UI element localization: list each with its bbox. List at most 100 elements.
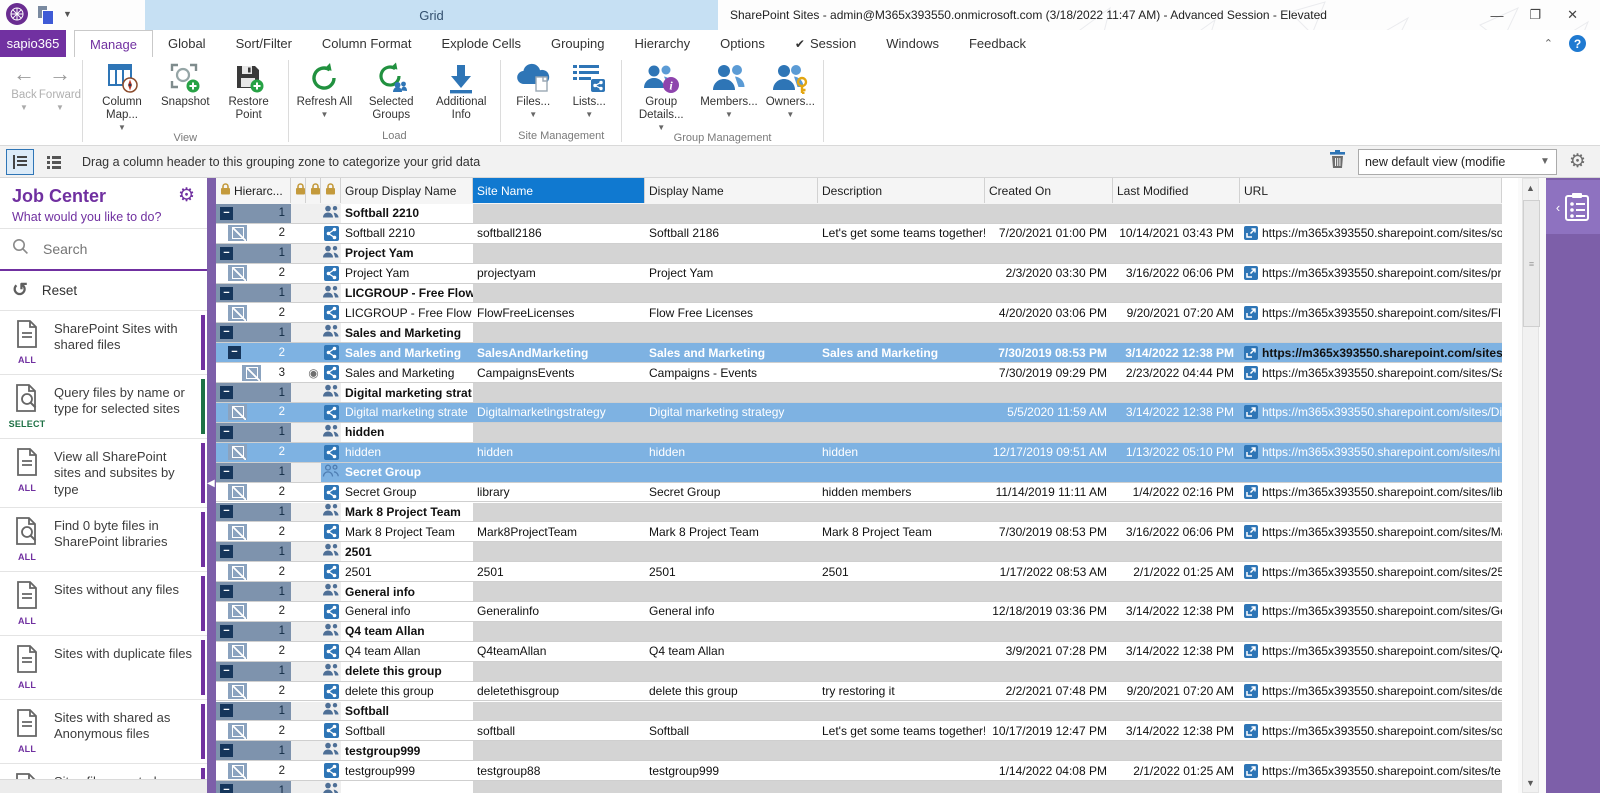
row-checkbox[interactable] — [228, 404, 247, 420]
scrollbar-thumb[interactable]: ≡ — [1523, 200, 1540, 327]
collapse-toggle[interactable]: − — [220, 744, 233, 757]
refresh-all-button[interactable]: Refresh All▼ — [293, 57, 357, 119]
external-link-icon[interactable] — [1244, 366, 1258, 380]
copy-window-icon[interactable] — [38, 6, 53, 23]
sidebar-item-view-all-sharepoint-sites-and-[interactable]: ALLView all SharePoint sites and subsite… — [0, 439, 207, 508]
row-checkbox[interactable] — [228, 265, 247, 281]
site-url-link[interactable]: https://m365x393550.sharepoint.com/sites… — [1262, 445, 1500, 459]
site-url-link[interactable]: https://m365x393550.sharepoint.com/sites… — [1262, 604, 1502, 618]
site-url-link[interactable]: https://m365x393550.sharepoint.com/sites… — [1262, 306, 1501, 320]
external-link-icon[interactable] — [1244, 445, 1258, 459]
tab-grouping[interactable]: Grouping — [536, 30, 619, 57]
collapse-sidebar-icon[interactable]: ◀ — [207, 478, 215, 489]
forward-button[interactable]: →Forward▼ — [42, 57, 78, 112]
tab-manage[interactable]: Manage — [74, 30, 153, 57]
restore-button[interactable]: ❐ — [1529, 7, 1541, 23]
row-checkbox[interactable] — [228, 603, 247, 619]
list-view-toggle[interactable] — [40, 149, 68, 175]
row-checkbox[interactable] — [228, 723, 247, 739]
files-button[interactable]: Files...▼ — [505, 57, 561, 119]
external-link-icon[interactable] — [1244, 485, 1258, 499]
tab-hierarchy[interactable]: Hierarchy — [619, 30, 705, 57]
tab-options[interactable]: Options — [705, 30, 780, 57]
table-row[interactable]: 2Project YamprojectyamProject Yam2/3/202… — [216, 264, 1518, 284]
table-row[interactable]: 3◉Sales and MarketingCampaignsEventsCamp… — [216, 363, 1518, 383]
group-row[interactable]: −1Project Yam — [216, 244, 1518, 264]
table-row[interactable]: 2Mark 8 Project TeamMark8ProjectTeamMark… — [216, 522, 1518, 542]
row-checkbox[interactable] — [242, 365, 261, 381]
sidebar-item-query-files-by-name-or-type-fo[interactable]: SELECTQuery files by name or type for se… — [0, 375, 207, 439]
table-row[interactable]: 2SoftballsoftballSoftballLet's get some … — [216, 721, 1518, 741]
table-row[interactable]: 2hiddenhiddenhiddenhidden12/17/2019 09:5… — [216, 443, 1518, 463]
lists-button[interactable]: Lists...▼ — [561, 57, 617, 119]
column-header-display-name[interactable]: Display Name — [645, 178, 818, 203]
sidebar-item-sites-with-duplicate-files[interactable]: ALLSites with duplicate files — [0, 636, 207, 700]
row-checkbox[interactable] — [228, 683, 247, 699]
external-link-icon[interactable] — [1244, 684, 1258, 698]
external-link-icon[interactable] — [1244, 604, 1258, 618]
sidebar-item-sharepoint-sites-with-shared-f[interactable]: ALLSharePoint Sites with shared files — [0, 311, 207, 375]
site-url-link[interactable]: https://m365x393550.sharepoint.com/sites… — [1262, 724, 1502, 738]
sidebar-item-find-0-byte-files-in-sharepoin[interactable]: ALLFind 0 byte files in SharePoint libra… — [0, 508, 207, 572]
group-row[interactable]: −1hidden — [216, 423, 1518, 443]
row-checkbox[interactable] — [228, 763, 247, 779]
table-row[interactable]: 2Q4 team AllanQ4teamAllanQ4 team Allan3/… — [216, 642, 1518, 662]
owners-button[interactable]: Owners...▼ — [762, 57, 819, 119]
collapse-toggle[interactable]: − — [220, 625, 233, 638]
delete-view-icon[interactable] — [1329, 150, 1346, 174]
tab-column-format[interactable]: Column Format — [307, 30, 427, 57]
help-icon[interactable]: ? — [1569, 35, 1586, 52]
sidebar-splitter[interactable]: ◀ — [207, 178, 216, 793]
table-row[interactable]: 2General infoGeneralinfoGeneral info12/1… — [216, 602, 1518, 622]
column-header-lock-2[interactable] — [306, 178, 321, 203]
hierarchy-view-toggle[interactable] — [6, 149, 34, 175]
grid-settings-gear-icon[interactable]: ⚙ — [1569, 152, 1586, 171]
group-row[interactable]: −1LICGROUP - Free Flow — [216, 284, 1518, 304]
site-url-link[interactable]: https://m365x393550.sharepoint.com/sites… — [1262, 764, 1501, 778]
tab-session[interactable]: ✔Session — [780, 30, 871, 57]
job-center-gear-icon[interactable]: ⚙ — [178, 186, 195, 205]
group-row[interactable]: −1Softball — [216, 702, 1518, 722]
group-row[interactable]: −1Mark 8 Project Team — [216, 503, 1518, 523]
sidebar-item-sites-with-shared-as-anonymous[interactable]: ALLSites with shared as Anonymous files — [0, 700, 207, 764]
group-row[interactable]: −1testgroup999 — [216, 741, 1518, 761]
row-checkbox[interactable] — [228, 484, 247, 500]
column-header-group-display-name[interactable]: Group Display Name — [341, 178, 473, 203]
collapse-toggle[interactable]: − — [220, 466, 233, 479]
members-button[interactable]: Members...▼ — [696, 57, 762, 119]
row-checkbox[interactable] — [228, 643, 247, 659]
site-url-link[interactable]: https://m365x393550.sharepoint.com/sites… — [1262, 405, 1502, 419]
table-row[interactable]: 2testgroup999testgroup88testgroup9991/14… — [216, 761, 1518, 781]
tab-global[interactable]: Global — [153, 30, 221, 57]
group-row[interactable]: −1delete this group — [216, 662, 1518, 682]
search-input[interactable] — [41, 240, 185, 258]
external-link-icon[interactable] — [1244, 266, 1258, 280]
site-url-link[interactable]: https://m365x393550.sharepoint.com/sites… — [1262, 485, 1502, 499]
collapse-toggle[interactable]: − — [220, 704, 233, 717]
column-header-site-name[interactable]: Site Name — [473, 178, 645, 203]
collapse-toggle[interactable]: − — [220, 207, 233, 220]
collapse-toggle[interactable]: − — [228, 346, 241, 359]
site-url-link[interactable]: https://m365x393550.sharepoint.com/sites… — [1262, 644, 1502, 658]
tab-windows[interactable]: Windows — [871, 30, 954, 57]
column-header-lock-3[interactable] — [321, 178, 341, 203]
table-row[interactable]: 225012501250125011/17/2022 08:53 AM2/1/2… — [216, 562, 1518, 582]
site-url-link[interactable]: https://m365x393550.sharepoint.com/sites… — [1262, 565, 1502, 579]
tab-sort-filter[interactable]: Sort/Filter — [221, 30, 307, 57]
additional-info-button[interactable]: Additional Info — [426, 57, 496, 123]
group-row[interactable]: −12501 — [216, 542, 1518, 562]
quick-access-caret-icon[interactable]: ▼ — [63, 9, 72, 19]
collapse-toggle[interactable]: − — [220, 784, 233, 793]
site-url-link[interactable]: https://m365x393550.sharepoint.com/sites… — [1262, 226, 1502, 240]
table-row[interactable]: 2LICGROUP - Free FlowFlowFreeLicensesFlo… — [216, 304, 1518, 324]
external-link-icon[interactable] — [1244, 565, 1258, 579]
site-url-link[interactable]: https://m365x393550.sharepoint.com/sites — [1262, 346, 1502, 360]
column-header-created-on[interactable]: Created On — [985, 178, 1113, 203]
column-header-lock-1[interactable] — [291, 178, 306, 203]
scroll-up-arrow-icon[interactable]: ▲ — [1522, 180, 1539, 196]
external-link-icon[interactable] — [1244, 525, 1258, 539]
search-row[interactable] — [0, 228, 207, 271]
collapse-toggle[interactable]: − — [220, 545, 233, 558]
table-row[interactable]: −2Sales and MarketingSalesAndMarketingSa… — [216, 343, 1518, 363]
row-checkbox[interactable] — [228, 444, 247, 460]
